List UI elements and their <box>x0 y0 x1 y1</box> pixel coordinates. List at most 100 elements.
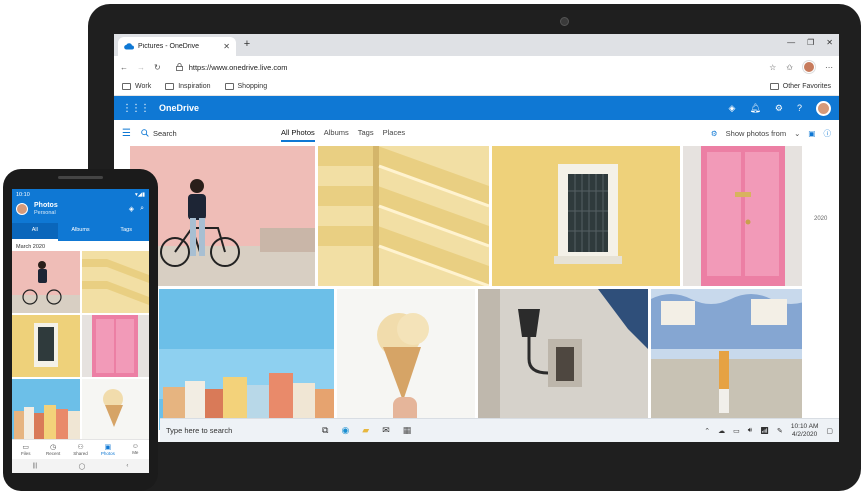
mail-icon[interactable]: ✉ <box>382 425 390 436</box>
phone-nav-shared[interactable]: ⚇ Shared <box>67 440 94 459</box>
recent-icon: ◷ <box>50 444 57 451</box>
home-icon[interactable]: ◯ <box>78 463 85 470</box>
minimize-icon[interactable]: — <box>787 38 795 47</box>
search-label: Search <box>152 128 177 138</box>
store-icon[interactable]: ▦ <box>403 425 412 436</box>
onedrive-tray-icon[interactable]: ☁ <box>718 427 725 435</box>
file-explorer-icon[interactable]: ▰ <box>362 425 369 436</box>
phone-header-actions: ◈ ⌕ <box>129 205 144 213</box>
tab-tags[interactable]: Tags <box>358 125 374 142</box>
phone-photo-pink-door <box>82 315 149 377</box>
browser-tabstrip: Pictures - OneDrive ✕ + — ❐ ✕ <box>114 34 839 56</box>
photo-yellow-balconies[interactable] <box>318 146 489 286</box>
favorite-label: Shopping <box>237 83 268 90</box>
window-controls: — ❐ ✕ <box>787 38 833 47</box>
photo-yellow-wall-window[interactable] <box>492 146 680 286</box>
app-launcher-icon[interactable]: ⋮⋮⋮ <box>122 103 150 114</box>
photo-street-lamp[interactable] <box>478 289 648 430</box>
battery-icon[interactable]: ▭ <box>733 427 740 435</box>
phone-tab-albums[interactable]: Albums <box>58 223 104 241</box>
street-lamp-image <box>478 289 648 430</box>
phone-tab-all[interactable]: All <box>12 223 58 241</box>
taskbar-clock[interactable]: 10:10 AM 4/2/2020 <box>791 423 818 439</box>
info-icon[interactable]: ⓘ <box>824 128 832 139</box>
browser-tab[interactable]: Pictures - OneDrive ✕ <box>118 37 236 56</box>
url-text: https://www.onedrive.live.com <box>188 62 288 72</box>
tiles-image <box>651 289 802 430</box>
favorite-inspiration[interactable]: Inspiration <box>165 83 211 90</box>
tab-all-photos[interactable]: All Photos <box>280 125 315 142</box>
settings-gear-icon[interactable]: ⚙ <box>775 103 783 114</box>
window-image <box>492 146 680 286</box>
clock-date: 4/2/2020 <box>791 430 818 438</box>
other-favorites[interactable]: Other Favorites <box>769 83 831 90</box>
task-view-icon[interactable]: ⧉ <box>322 425 328 436</box>
forward-icon[interactable]: → <box>137 63 145 72</box>
menu-icon[interactable]: ☰ <box>122 128 131 139</box>
app-title[interactable]: OneDrive <box>159 103 199 113</box>
timeline-year[interactable]: 2020 <box>814 216 827 222</box>
recent-apps-icon[interactable]: ||| <box>33 463 38 469</box>
help-icon[interactable]: ? <box>797 103 802 113</box>
phone-user-avatar[interactable] <box>16 203 28 215</box>
user-avatar[interactable] <box>816 100 831 116</box>
wifi-icon[interactable]: 📶︎ <box>760 427 769 435</box>
profile-avatar[interactable] <box>803 61 815 73</box>
chevron-down-icon[interactable]: ⌄ <box>794 129 800 138</box>
close-window-icon[interactable]: ✕ <box>826 38 833 47</box>
onedrive-header: ⋮⋮⋮ OneDrive ◈ 🔔︎ ⚙ ? <box>114 96 839 120</box>
view-toggle-icon[interactable]: ▣ <box>808 129 815 138</box>
volume-icon[interactable]: 🔊︎ <box>748 427 752 435</box>
photo-colorful-buildings[interactable] <box>159 289 334 430</box>
photo-gallery: 2020 <box>114 146 839 442</box>
show-photos-from-dropdown[interactable]: Show photos from <box>726 129 786 138</box>
files-icon: ▭ <box>22 444 30 451</box>
favorite-shopping[interactable]: Shopping <box>224 83 268 90</box>
phone-nav-files[interactable]: ▭ Files <box>12 440 39 459</box>
favorite-label: Work <box>135 83 152 90</box>
clock-time: 10:10 AM <box>790 422 819 430</box>
tab-places[interactable]: Places <box>383 125 406 142</box>
edge-browser-icon[interactable]: ◉ <box>341 425 349 436</box>
view-options: ⚙ Show photos from ⌄ ▣ ⓘ <box>711 128 831 139</box>
header-actions: ◈ 🔔︎ ⚙ ? <box>729 100 831 116</box>
tab-albums[interactable]: Albums <box>324 125 349 142</box>
pen-icon[interactable]: ✎ <box>777 427 783 435</box>
refresh-icon[interactable]: ↻ <box>154 63 161 72</box>
favorite-label: Other Favorites <box>782 83 831 90</box>
photo-pink-door[interactable] <box>683 146 802 286</box>
premium-diamond-icon[interactable]: ◈ <box>729 103 736 114</box>
more-icon[interactable]: ⋯ <box>825 63 833 72</box>
premium-diamond-icon[interactable]: ◈ <box>129 205 134 213</box>
phone-nav-photos[interactable]: ▣ Photos <box>94 440 121 459</box>
notification-center-icon[interactable]: ▢ <box>826 427 833 435</box>
favorite-label: Inspiration <box>178 83 211 90</box>
phone-app-header: 10:10 ▾◢▮ Photos Personal ◈ ⌕ All Albums… <box>12 189 149 241</box>
photo-ice-cream[interactable] <box>337 289 475 430</box>
notifications-bell-icon[interactable]: 🔔︎ <box>749 103 760 114</box>
url-field[interactable]: https://www.onedrive.live.com <box>170 59 760 75</box>
phone-photo-balconies <box>82 251 149 313</box>
view-tabs: All Photos Albums Tags Places <box>280 125 406 142</box>
close-tab-icon[interactable]: ✕ <box>223 42 230 51</box>
photo-blue-tiles[interactable] <box>651 289 802 430</box>
shared-icon: ⚇ <box>77 444 84 451</box>
phone-photo-grid <box>12 251 149 444</box>
phone-photo-window <box>12 315 80 377</box>
phone-tab-tags[interactable]: Tags <box>103 223 149 241</box>
phone-nav-recent[interactable]: ◷ Recent <box>39 440 66 459</box>
favorite-work[interactable]: Work <box>122 83 151 90</box>
favorite-star-icon[interactable]: ☆ <box>769 63 776 72</box>
chevron-up-icon[interactable]: ⌃ <box>704 427 710 435</box>
phone-tabs: All Albums Tags <box>12 223 149 241</box>
taskbar-search[interactable]: Type here to search <box>166 426 314 435</box>
back-icon[interactable]: ← <box>120 63 128 72</box>
new-tab-icon[interactable]: + <box>240 38 254 50</box>
back-icon[interactable]: ‹ <box>126 463 128 469</box>
search-box[interactable]: Search <box>141 129 251 138</box>
phone-nav-me[interactable]: ☺ Me <box>122 440 149 459</box>
restore-icon[interactable]: ❐ <box>807 38 814 47</box>
search-icon[interactable]: ⌕ <box>140 205 144 213</box>
favorites-icon[interactable]: ✩ <box>786 63 793 72</box>
onedrive-cloud-icon <box>124 43 134 50</box>
